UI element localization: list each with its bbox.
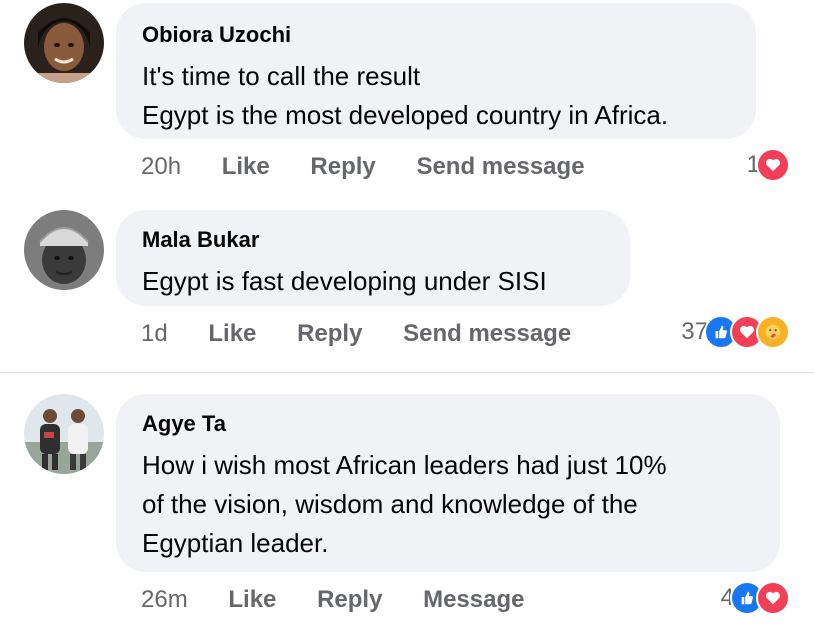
comment-author[interactable]: Agye Ta <box>142 410 754 438</box>
send-message-button[interactable]: Send message <box>416 153 584 181</box>
comment-bubble: Mala Bukar Egypt is fast developing unde… <box>116 210 630 306</box>
comment-actions: 20h Like Reply Send message <box>141 152 619 181</box>
like-button[interactable]: Like <box>228 586 276 614</box>
message-button[interactable]: Message <box>423 586 524 614</box>
like-button[interactable]: Like <box>222 153 270 181</box>
comment-text-line: How i wish most African leaders had just… <box>142 450 667 480</box>
love-icon <box>756 581 790 615</box>
avatar-photo-icon <box>24 394 104 474</box>
reaction-summary[interactable]: 4 <box>721 581 790 615</box>
comment-bubble: Agye Ta How i wish most African leaders … <box>116 394 780 572</box>
care-icon <box>756 315 790 349</box>
reaction-summary[interactable]: 1 <box>747 148 790 182</box>
reaction-summary[interactable]: 37 <box>681 315 790 349</box>
love-icon <box>756 148 790 182</box>
comment-text-line: Egyptian leader. <box>142 528 329 558</box>
comment-text-line: Egypt is the most developed country in A… <box>142 100 669 130</box>
avatar-photo-icon <box>24 210 104 290</box>
comment-bubble: Obiora Uzochi It's time to call the resu… <box>116 3 756 139</box>
avatar-photo-icon <box>24 3 104 83</box>
comment-author[interactable]: Obiora Uzochi <box>142 21 730 49</box>
comment-author[interactable]: Mala Bukar <box>142 226 604 254</box>
send-message-button[interactable]: Send message <box>403 320 571 348</box>
comment-actions: 1d Like Reply Send message <box>141 319 605 348</box>
comment-actions: 26m Like Reply Message <box>141 585 558 614</box>
comment-timestamp[interactable]: 20h <box>141 153 181 181</box>
comment-text-line: It's time to call the result <box>142 61 421 91</box>
comment-text-line: of the vision, wisdom and knowledge of t… <box>142 489 638 519</box>
avatar[interactable] <box>24 210 104 290</box>
comment-text-line: Egypt is fast developing under SISI <box>142 266 547 296</box>
avatar[interactable] <box>24 394 104 474</box>
reply-button[interactable]: Reply <box>310 153 375 181</box>
comment-timestamp[interactable]: 26m <box>141 586 188 614</box>
avatar[interactable] <box>24 3 104 83</box>
reply-button[interactable]: Reply <box>297 320 362 348</box>
reply-button[interactable]: Reply <box>317 586 382 614</box>
comment-divider <box>0 372 814 373</box>
like-button[interactable]: Like <box>208 320 256 348</box>
comment-timestamp[interactable]: 1d <box>141 320 168 348</box>
